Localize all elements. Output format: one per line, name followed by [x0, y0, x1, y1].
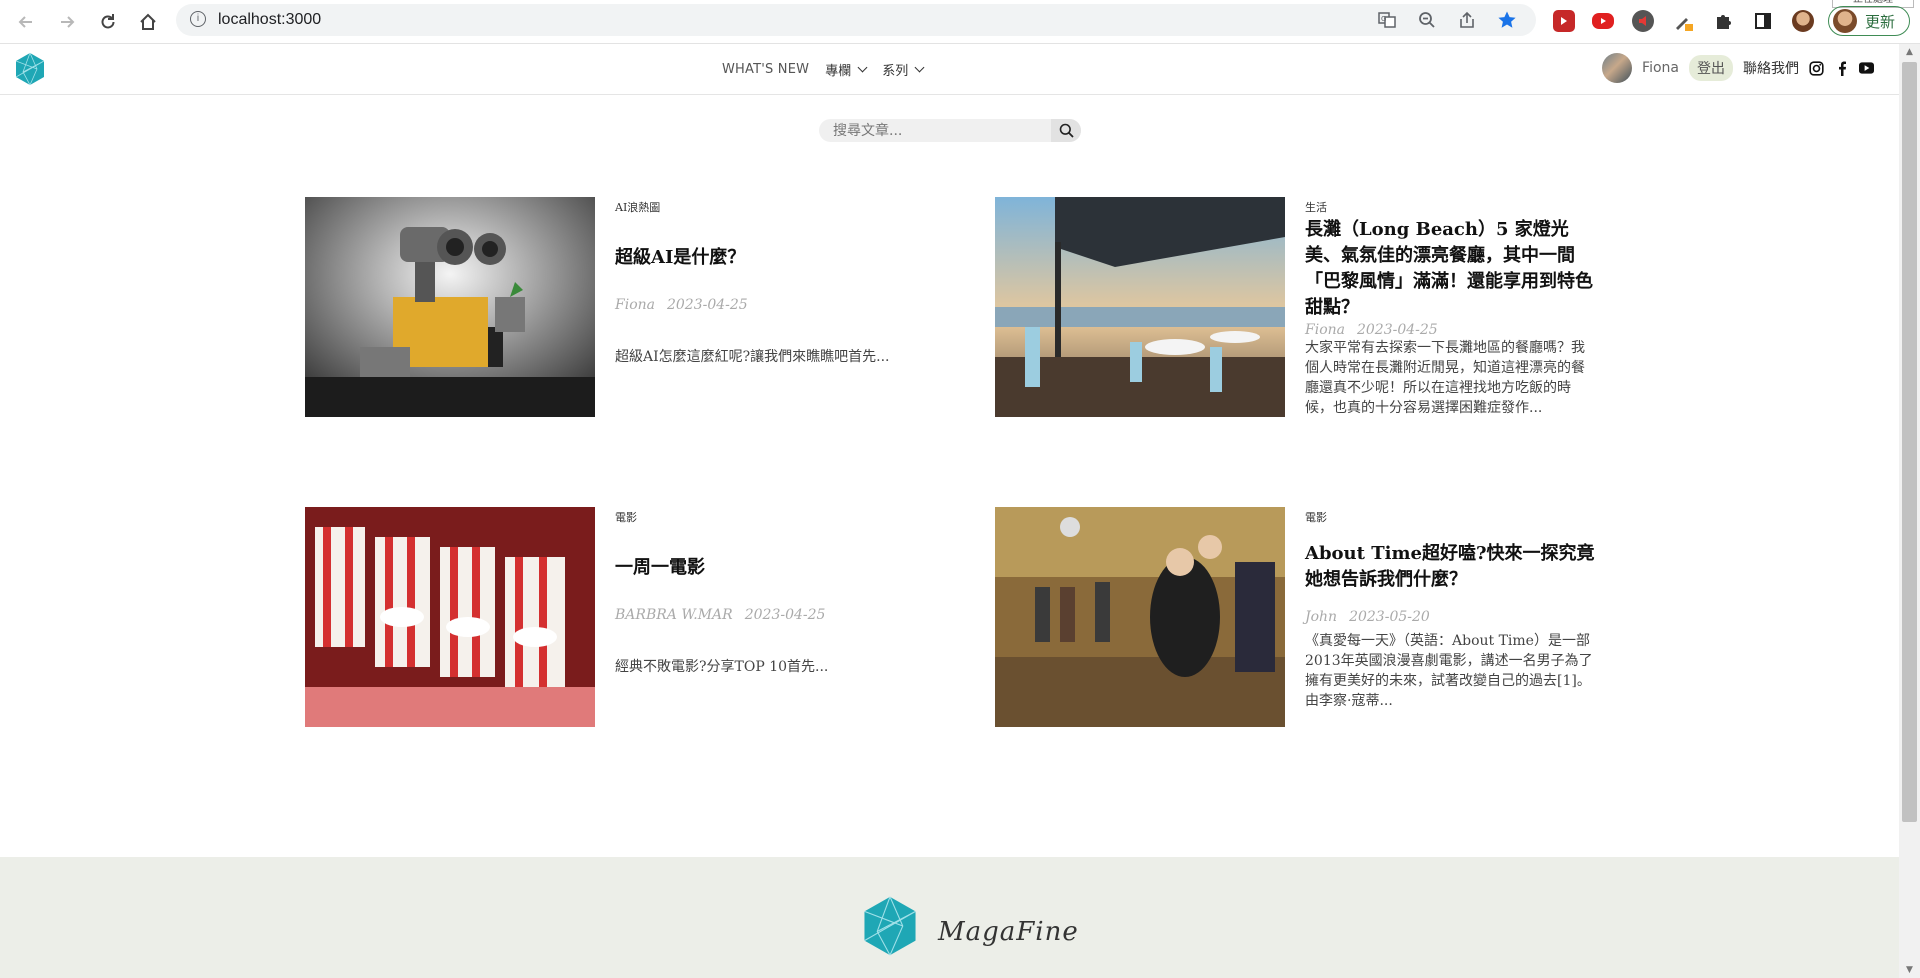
article-thumbnail[interactable]: [995, 197, 1285, 417]
article-author[interactable]: Fiona: [1305, 322, 1345, 338]
search-button[interactable]: [1051, 119, 1081, 142]
footer-logo[interactable]: [862, 895, 918, 957]
url-text[interactable]: localhost:3000: [218, 11, 321, 29]
translate-icon[interactable]: G: [1376, 9, 1398, 31]
user-name[interactable]: Fiona: [1642, 60, 1679, 76]
sidepanel-icon[interactable]: [1752, 10, 1774, 32]
logo-icon: [15, 52, 45, 86]
article-info: 生活 長灘（Long Beach）5 家燈光美、氣氛佳的漂亮餐廳，其中一間「巴黎…: [1305, 197, 1595, 418]
article-card[interactable]: AI浪熱圖 超級AI是什麼？ Fiona 2023-04-25 超級AI怎麼這麼紅…: [305, 197, 965, 417]
youtube-extension-icon[interactable]: [1592, 13, 1614, 29]
reload-button[interactable]: [95, 9, 121, 35]
article-category[interactable]: 電影: [615, 509, 905, 525]
main-nav: WHAT'S NEW 專欄 系列: [722, 60, 925, 79]
article-info: AI浪熱圖 超級AI是什麼？ Fiona 2023-04-25 超級AI怎麼這麼紅…: [615, 197, 905, 367]
nav-columns-dropdown[interactable]: 專欄: [825, 60, 868, 79]
article-title[interactable]: 超級AI是什麼？: [615, 245, 905, 271]
footer-brand: MagaFine: [938, 917, 1079, 947]
nav-series-label: 系列: [882, 64, 909, 79]
page-viewport: WHAT'S NEW 專欄 系列 Fiona 登出 聯絡我們 搜尋文章... A…: [0, 44, 1899, 978]
article-card[interactable]: 電影 About Time超好嗑?快來一探究竟她想告訴我們什麼？ John 202…: [995, 507, 1655, 727]
scroll-up-icon[interactable]: ▲: [1899, 44, 1920, 60]
logout-button[interactable]: 登出: [1689, 55, 1733, 81]
article-author[interactable]: John: [1305, 609, 1337, 625]
article-info: 電影 一周一電影 BARBRA W.MAR 2023-04-25 經典不敗電影?分…: [615, 507, 905, 677]
puzzle-extensions-icon[interactable]: [1712, 10, 1734, 32]
audio-extension-icon[interactable]: [1632, 10, 1654, 32]
profile-avatar[interactable]: [1792, 10, 1814, 32]
robot-image: [305, 197, 595, 417]
search-input[interactable]: [833, 121, 1053, 140]
update-button[interactable]: 更新: [1828, 6, 1910, 36]
contact-link[interactable]: 聯絡我們: [1743, 58, 1799, 78]
article-card[interactable]: 生活 長灘（Long Beach）5 家燈光美、氣氛佳的漂亮餐廳，其中一間「巴黎…: [995, 197, 1655, 417]
chevron-down-icon: [857, 62, 868, 73]
article-card[interactable]: 電影 一周一電影 BARBRA W.MAR 2023-04-25 經典不敗電影?分…: [305, 507, 965, 727]
back-button[interactable]: [13, 9, 39, 35]
arrow-left-icon: [18, 16, 32, 28]
article-meta: John 2023-05-20: [1305, 609, 1595, 625]
article-category[interactable]: 電影: [1305, 509, 1595, 525]
article-meta: Fiona 2023-04-25: [1305, 322, 1595, 338]
article-author[interactable]: Fiona: [615, 297, 655, 313]
zoom-icon[interactable]: [1416, 9, 1438, 31]
logo-icon: [864, 896, 916, 956]
article-meta: Fiona 2023-04-25: [615, 297, 905, 313]
article-thumbnail[interactable]: [305, 507, 595, 727]
user-area: Fiona 登出 聯絡我們: [1602, 53, 1874, 83]
article-title[interactable]: 長灘（Long Beach）5 家燈光美、氣氛佳的漂亮餐廳，其中一間「巴黎風情」…: [1305, 217, 1595, 321]
site-logo[interactable]: [15, 52, 45, 86]
chevron-down-icon: [914, 62, 925, 73]
article-date: 2023-05-20: [1349, 609, 1430, 625]
article-date: 2023-04-25: [744, 607, 826, 623]
article-category[interactable]: 生活: [1305, 199, 1595, 215]
arrow-right-icon: [61, 16, 75, 28]
article-meta: BARBRA W.MAR 2023-04-25: [615, 607, 905, 623]
search-bar: [819, 119, 1081, 142]
browser-toolbar: i localhost:3000 G 正在處理 更新: [0, 0, 1920, 44]
article-excerpt: 超級AI怎麼這麼紅呢?讓我們來瞧瞧吧首先...: [615, 349, 890, 365]
site-info-icon[interactable]: i: [190, 11, 206, 27]
site-footer: MagaFine: [0, 857, 1899, 978]
scroll-down-icon[interactable]: ▼: [1899, 962, 1920, 978]
scroll-thumb[interactable]: [1902, 62, 1917, 822]
article-title[interactable]: About Time超好嗑?快來一探究竟她想告訴我們什麼？: [1305, 541, 1595, 593]
search-icon: [1059, 123, 1074, 138]
reload-icon: [101, 14, 115, 29]
page-scrollbar[interactable]: ▲ ▼: [1899, 44, 1920, 978]
address-bar[interactable]: i localhost:3000 G: [176, 4, 1536, 36]
article-thumbnail[interactable]: [305, 197, 595, 417]
home-button[interactable]: [135, 9, 161, 35]
article-info: 電影 About Time超好嗑?快來一探究竟她想告訴我們什麼？ John 202…: [1305, 507, 1595, 711]
article-thumbnail[interactable]: [995, 507, 1285, 727]
nav-series-dropdown[interactable]: 系列: [882, 60, 925, 79]
article-category[interactable]: AI浪熱圖: [615, 199, 905, 215]
forward-button[interactable]: [54, 9, 80, 35]
article-date: 2023-04-25: [666, 297, 748, 313]
article-excerpt: 經典不敗電影?分享TOP 10首先...: [615, 659, 829, 675]
subway-couple-image: [995, 507, 1285, 727]
nav-whats-new[interactable]: WHAT'S NEW: [722, 62, 809, 77]
instagram-icon[interactable]: [1809, 60, 1824, 76]
article-author[interactable]: BARBRA W.MAR: [615, 607, 733, 623]
avatar: [1833, 9, 1857, 33]
extension-red-icon[interactable]: [1553, 10, 1575, 32]
youtube-icon[interactable]: [1859, 61, 1874, 76]
popcorn-image: [305, 507, 595, 727]
share-icon[interactable]: [1456, 9, 1478, 31]
article-title[interactable]: 一周一電影: [615, 555, 905, 581]
bookmark-star-icon[interactable]: [1496, 9, 1518, 31]
home-icon: [140, 13, 156, 30]
site-header: WHAT'S NEW 專欄 系列 Fiona 登出 聯絡我們: [0, 44, 1899, 95]
avatar[interactable]: [1602, 53, 1633, 83]
eyedropper-extension-icon[interactable]: [1672, 10, 1694, 32]
update-label: 更新: [1864, 13, 1895, 31]
article-date: 2023-04-25: [1356, 322, 1438, 338]
facebook-icon[interactable]: [1834, 61, 1849, 76]
svg-text:G: G: [1381, 15, 1386, 23]
article-excerpt: 大家平常有去探索一下長灘地區的餐廳嗎？我個人時常在長灘附近閒晃，知道這裡漂亮的餐…: [1305, 340, 1585, 416]
restaurant-image: [995, 197, 1285, 417]
article-excerpt: 《真愛每一天》（英語：About Time）是一部2013年英國浪漫喜劇電影，講…: [1305, 633, 1593, 709]
nav-columns-label: 專欄: [825, 64, 852, 79]
